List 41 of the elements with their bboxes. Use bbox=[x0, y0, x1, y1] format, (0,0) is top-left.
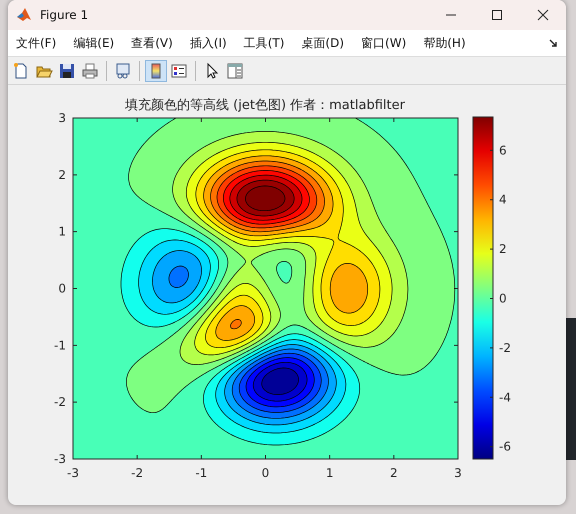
save-icon bbox=[58, 62, 76, 80]
tick-label: 2 bbox=[390, 466, 398, 480]
tick-label: 1 bbox=[58, 224, 66, 239]
tick-label: -3 bbox=[67, 466, 79, 480]
menu-item[interactable]: 帮助(H) bbox=[423, 34, 466, 52]
inspector-icon bbox=[226, 62, 244, 80]
tick-label: -2 bbox=[499, 340, 511, 355]
tick-label: 0 bbox=[499, 292, 507, 306]
tick-label: -1 bbox=[195, 466, 208, 480]
tick-label: -2 bbox=[131, 466, 144, 480]
plot-title: 填充颜色的等高线 (jet色图) 作者：matlabfilter bbox=[125, 98, 405, 113]
menu-item[interactable]: 插入(I) bbox=[190, 34, 227, 52]
tick-label: -1 bbox=[54, 338, 66, 352]
tick-label: 3 bbox=[454, 466, 462, 480]
dock-arrow-icon[interactable] bbox=[549, 38, 558, 48]
close-icon bbox=[537, 9, 549, 21]
colorbar-tool-button[interactable] bbox=[145, 60, 167, 82]
tick-label: 2 bbox=[58, 168, 66, 182]
tick-label: 6 bbox=[499, 143, 507, 158]
tick-label: 1 bbox=[326, 466, 334, 480]
tick-label: 2 bbox=[499, 242, 507, 256]
legend-icon bbox=[170, 62, 188, 80]
menu-item[interactable]: 文件(F) bbox=[16, 34, 56, 52]
window-title: Figure 1 bbox=[40, 8, 88, 22]
maximize-icon bbox=[491, 9, 503, 21]
menu-item[interactable]: 工具(T) bbox=[244, 34, 284, 52]
menu-item[interactable]: 窗口(W) bbox=[361, 34, 406, 52]
tick-label: 0 bbox=[262, 466, 270, 480]
tick-label: -3 bbox=[54, 452, 66, 466]
tick-label: -2 bbox=[54, 395, 66, 410]
print-icon bbox=[81, 62, 99, 80]
app-logo-icon bbox=[16, 7, 32, 23]
link-icon bbox=[114, 62, 132, 80]
menu-item[interactable]: 桌面(D) bbox=[301, 34, 344, 52]
tick-label: 3 bbox=[58, 111, 66, 125]
tick-label: 0 bbox=[58, 282, 66, 296]
menu-item[interactable]: 编辑(E) bbox=[73, 34, 114, 52]
tick-label: 4 bbox=[499, 192, 507, 207]
menu-item[interactable]: 查看(V) bbox=[131, 34, 173, 52]
tick-label: -4 bbox=[499, 390, 511, 404]
tick-label: -6 bbox=[499, 440, 511, 454]
